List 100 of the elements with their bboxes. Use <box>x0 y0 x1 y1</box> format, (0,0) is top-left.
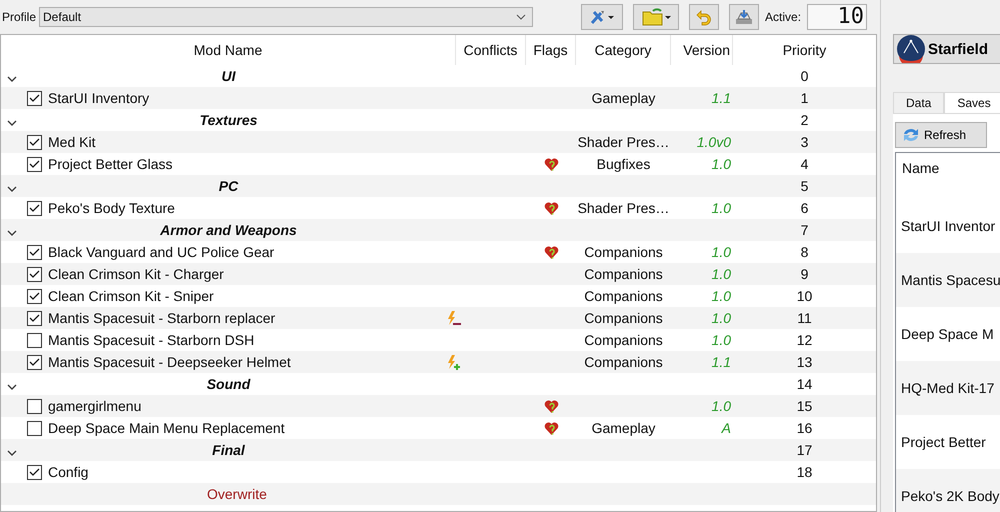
caret-icon <box>516 14 526 20</box>
priority-cell: 14 <box>796 376 812 392</box>
download-icon <box>734 8 754 26</box>
version-cell: 1.0 <box>712 332 731 348</box>
category-cell: Companions <box>584 332 663 348</box>
priority-cell: 12 <box>796 332 812 348</box>
checkbox[interactable] <box>27 266 42 282</box>
column-header[interactable]: Conflicts <box>456 35 526 65</box>
version-cell: 1.0 <box>712 288 731 304</box>
checkbox[interactable] <box>27 288 42 304</box>
game-button[interactable]: Starfield <box>893 34 1000 64</box>
active-counter: 10 <box>807 4 868 30</box>
priority-cell: 16 <box>796 420 812 436</box>
profile-label: Profile <box>2 10 36 24</box>
version-cell: 1.0 <box>712 200 731 216</box>
checkbox[interactable] <box>27 244 42 260</box>
version-cell: 1.0 <box>712 310 731 326</box>
mod-name: Clean Crimson Kit - Charger <box>48 266 224 282</box>
mod-name: Mantis Spacesuit - Starborn DSH <box>48 332 254 348</box>
priority-cell: 10 <box>796 288 812 304</box>
priority-cell: 11 <box>797 310 812 326</box>
column-header[interactable]: Category <box>576 35 671 65</box>
profile-dropdown[interactable]: Default <box>39 7 534 27</box>
mod-name: Med Kit <box>48 134 96 150</box>
save-entry[interactable]: StarUI Inventor <box>901 218 996 234</box>
category-cell: Companions <box>584 354 663 370</box>
separator-name: Sound <box>206 376 250 392</box>
refresh-button[interactable]: Refresh <box>895 122 987 148</box>
version-cell: 1.0 <box>712 266 731 282</box>
save-entry[interactable]: Project Better <box>901 434 986 450</box>
category-cell: Shader Pres… <box>578 200 670 216</box>
version-cell: 1.1 <box>712 354 731 370</box>
checkbox[interactable] <box>27 332 42 348</box>
priority-cell: 2 <box>800 112 808 128</box>
mod-name: Peko's Body Texture <box>48 200 175 216</box>
chevron-icon[interactable] <box>7 230 17 236</box>
priority-cell: 4 <box>800 156 808 172</box>
tools-icon <box>589 8 616 26</box>
category-cell: Shader Pres… <box>578 134 670 150</box>
separator-name: PC <box>218 178 238 194</box>
mod-name: Mantis Spacesuit - Starborn replacer <box>48 310 276 326</box>
priority-cell: 6 <box>800 200 808 216</box>
column-header[interactable]: Version <box>671 35 733 65</box>
mod-name: Clean Crimson Kit - Sniper <box>48 288 214 304</box>
mod-name: Config <box>48 464 88 480</box>
category-cell: Gameplay <box>592 420 656 436</box>
chevron-icon[interactable] <box>7 186 17 192</box>
tab[interactable]: Data <box>893 92 944 113</box>
checkbox[interactable] <box>27 398 42 414</box>
folder-button[interactable] <box>633 4 680 30</box>
version-cell: 1.0 <box>712 398 731 414</box>
column-header[interactable]: Flags <box>526 35 576 65</box>
priority-cell: 15 <box>796 398 812 414</box>
checkbox[interactable] <box>27 354 42 370</box>
checkbox[interactable] <box>27 200 42 216</box>
mod-name: Project Better Glass <box>48 156 172 172</box>
priority-cell: 5 <box>800 178 808 194</box>
download-button[interactable] <box>729 4 760 30</box>
column-header[interactable]: Priority <box>733 35 876 65</box>
version-cell: A <box>722 420 731 436</box>
planet-icon <box>897 35 925 63</box>
separator-name: Textures <box>200 112 258 128</box>
category-cell: Bugfixes <box>596 156 650 172</box>
checkbox[interactable] <box>27 464 42 480</box>
category-cell: Companions <box>584 288 663 304</box>
mod-name: Mantis Spacesuit - Deepseeker Helmet <box>48 354 291 370</box>
category-cell: Companions <box>584 244 663 260</box>
overwrite-entry[interactable]: Overwrite <box>207 486 267 502</box>
version-cell: 1.1 <box>712 90 731 106</box>
tab[interactable]: Saves <box>944 92 1000 113</box>
priority-cell: 0 <box>800 68 808 84</box>
tools-button[interactable] <box>581 4 624 30</box>
active-label: Active: <box>765 10 802 24</box>
version-cell: 1.0 <box>712 244 731 260</box>
checkbox[interactable] <box>27 156 42 172</box>
save-entry[interactable]: Deep Space M <box>901 326 994 342</box>
category-cell: Companions <box>584 266 663 282</box>
checkbox[interactable] <box>27 90 42 106</box>
version-cell: 1.0v0 <box>696 134 731 150</box>
chevron-icon[interactable] <box>7 76 17 82</box>
separator-name: Final <box>212 442 245 458</box>
chevron-icon[interactable] <box>7 450 17 456</box>
checkbox[interactable] <box>27 420 42 436</box>
column-header[interactable]: Mod Name <box>1 35 456 65</box>
column-header[interactable]: Name <box>896 153 1000 183</box>
mod-name: gamergirlmenu <box>48 398 142 414</box>
priority-cell: 17 <box>796 442 812 458</box>
chevron-icon[interactable] <box>7 384 17 390</box>
undo-icon <box>695 8 714 26</box>
checkbox[interactable] <box>27 310 42 326</box>
priority-cell: 1 <box>800 90 808 106</box>
priority-cell: 18 <box>796 464 812 480</box>
mod-name: StarUI Inventory <box>48 90 150 106</box>
separator-name: UI <box>222 68 236 84</box>
checkbox[interactable] <box>27 134 42 150</box>
chevron-icon[interactable] <box>7 120 17 126</box>
priority-cell: 3 <box>800 134 808 150</box>
refresh-icon <box>902 127 920 143</box>
folder-icon <box>641 7 672 27</box>
priority-cell: 9 <box>800 266 808 282</box>
